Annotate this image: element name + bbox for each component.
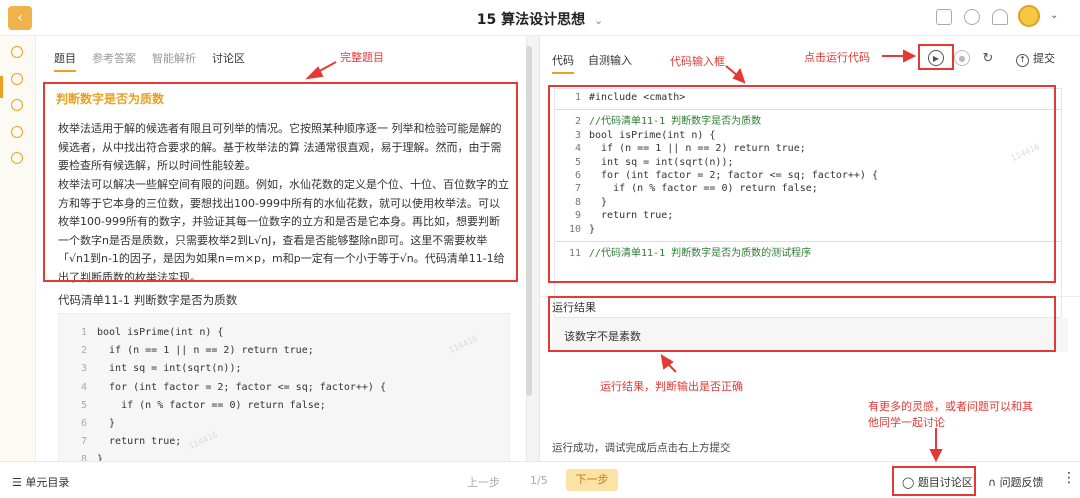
title-number: 15 — [476, 12, 497, 28]
page-title[interactable]: 15 算法设计思想 ⌄ — [0, 9, 1080, 29]
top-bar: ‹ 15 算法设计思想 ⌄ ⌄ — [0, 0, 1080, 36]
code-listing-title: 代码清单11-1 判断数字是否为质数 — [58, 293, 238, 307]
upload-icon: ↑ — [1016, 54, 1029, 67]
result-highlight-box — [548, 296, 1056, 352]
unit-directory-label: 单元目录 — [25, 476, 70, 489]
run-highlight-box — [918, 44, 954, 70]
code-text: for (int factor = 2; factor <= sq; facto… — [97, 381, 386, 393]
reset-icon[interactable]: ↻ — [980, 50, 996, 66]
tab-reference-answer[interactable]: 参考答案 — [92, 50, 136, 72]
line-number: 7 — [80, 436, 87, 448]
code-line: 3 int sq = int(sqrt(n)); — [59, 360, 509, 378]
submit-button[interactable]: ↑ 提交 — [1016, 50, 1055, 67]
annotation-code-input: 代码输入框 — [670, 55, 725, 68]
feedback-label: 问题反馈 — [999, 476, 1044, 489]
bell-icon[interactable] — [992, 9, 1008, 25]
rail-item-circle-icon[interactable] — [11, 126, 23, 138]
editor-highlight-box — [548, 85, 1056, 283]
code-text: } — [97, 454, 104, 461]
code-line: 2 if (n == 1 || n == 2) return true; — [59, 342, 509, 360]
prev-button[interactable]: 上一步 — [467, 474, 500, 490]
line-number: 6 — [80, 418, 87, 430]
code-listing: 1 bool isPrime(int n) { 2 if (n == 1 || n … — [58, 313, 510, 461]
code-text: return true; — [97, 436, 182, 448]
code-text: if (n % factor == 0) return false; — [97, 399, 326, 411]
line-number: 8 — [80, 454, 87, 461]
problem-tabs: 题目 参考答案 智能解析 讨论区 — [54, 50, 245, 72]
line-number: 3 — [80, 363, 87, 375]
submit-label: 提交 — [1033, 52, 1055, 65]
tab-self-test-input[interactable]: 自测输入 — [588, 52, 632, 74]
code-line: 6 } — [59, 415, 509, 433]
line-number: 1 — [80, 327, 87, 338]
next-button[interactable]: 下一步 — [566, 469, 618, 491]
rail-item-circle-icon[interactable] — [11, 73, 23, 85]
page-indicator: 1/5 — [530, 474, 548, 487]
tab-discussion[interactable]: 讨论区 — [212, 50, 245, 72]
chevron-down-icon: ⌄ — [594, 14, 604, 27]
tab-smart-analysis[interactable]: 智能解析 — [152, 50, 196, 72]
code-text: bool isPrime(int n) { — [97, 327, 224, 338]
code-line: 4 for (int factor = 2; factor <= sq; fac… — [59, 379, 509, 397]
timer-icon[interactable] — [964, 9, 980, 25]
tab-problem[interactable]: 题目 — [54, 50, 76, 72]
feedback-button[interactable]: ∩ 问题反馈 — [988, 474, 1044, 490]
status-message: 运行成功，调试完成后点击右上方提交 — [552, 442, 731, 454]
tab-code[interactable]: 代码 — [552, 52, 574, 74]
rail-active-marker — [0, 76, 3, 98]
annotation-run-code: 点击运行代码 — [804, 51, 870, 64]
annotation-discuss-1: 有更多的灵感，或者问题可以和其 — [868, 400, 1033, 413]
line-number: 2 — [80, 345, 87, 357]
line-number: 4 — [80, 381, 87, 393]
annotation-full-problem: 完整题目 — [340, 51, 384, 64]
scrollbar[interactable] — [526, 46, 532, 396]
headset-icon: ∩ — [988, 476, 1000, 489]
code-line: 5 if (n % factor == 0) return false; — [59, 397, 509, 415]
rail-item-circle-icon[interactable] — [11, 99, 23, 111]
annotation-run-result: 运行结果，判断输出是否正确 — [600, 380, 743, 393]
annotation-discuss-2: 他同学一起讨论 — [868, 416, 945, 429]
unit-directory-button[interactable]: ☰ 单元目录 — [12, 474, 69, 490]
stop-icon[interactable]: ● — [954, 50, 970, 66]
rail-item-circle-icon[interactable] — [11, 152, 23, 164]
more-icon[interactable]: ⋮ — [1062, 470, 1076, 486]
code-text: if (n == 1 || n == 2) return true; — [97, 345, 314, 357]
code-text: int sq = int(sqrt(n)); — [97, 363, 242, 375]
left-rail — [0, 36, 36, 461]
layout-icon[interactable] — [936, 9, 952, 25]
problem-highlight-box — [43, 82, 518, 282]
menu-icon: ☰ — [12, 476, 26, 489]
code-line: 1 bool isPrime(int n) { — [59, 324, 509, 342]
code-line: 7 return true; — [59, 433, 509, 451]
avatar[interactable] — [1018, 5, 1040, 27]
line-number: 5 — [80, 399, 87, 411]
rail-item-circle-icon[interactable] — [11, 46, 23, 58]
code-text: } — [97, 418, 116, 430]
code-line: 8} — [59, 451, 509, 461]
avatar-caret-icon[interactable]: ⌄ — [1050, 10, 1058, 21]
title-text: 算法设计思想 — [501, 12, 586, 28]
code-tabs: 代码 自测输入 — [552, 52, 632, 74]
discussion-highlight-box — [892, 466, 976, 496]
